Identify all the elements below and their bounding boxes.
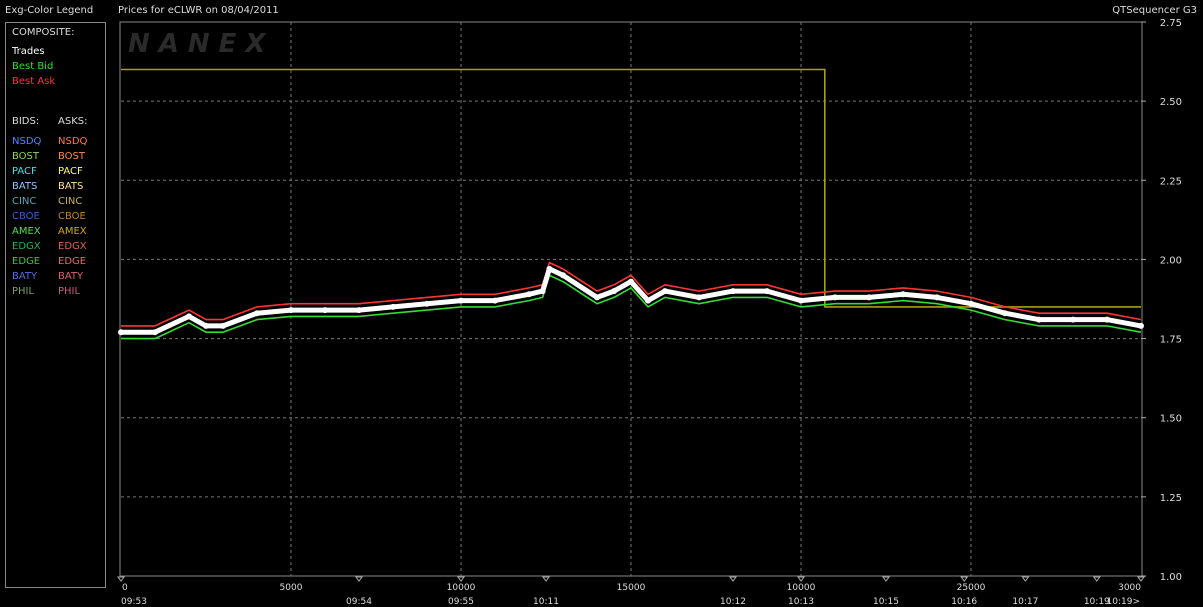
trade-point	[611, 288, 617, 295]
x-time-tick-label: 10:16	[951, 597, 977, 607]
trade-point	[186, 313, 192, 320]
trade-point	[288, 307, 294, 314]
trade-point	[1070, 316, 1076, 323]
x-seq-tick-label: 3000	[1118, 583, 1141, 593]
x-time-tick-label: 09:54	[346, 597, 372, 607]
trade-point	[866, 294, 872, 301]
trade-point	[492, 297, 498, 304]
x-time-tick-label: 10:13	[788, 597, 814, 607]
x-axis: 0 5000 10000 15000 10000 25000 3000 09:53 09:54 0…	[117, 576, 1145, 607]
trade-point	[798, 297, 804, 304]
y-axis: 1.00 1.25 1.50 1.75 2.00 2.25 2.50 2.75	[1141, 18, 1182, 583]
trade-point	[934, 294, 940, 301]
x-time-tick-label: 10:15	[873, 597, 899, 607]
nanex-watermark: NANEX	[128, 29, 274, 59]
x-time-tick-mark	[1137, 576, 1145, 582]
trade-point	[1138, 322, 1144, 329]
trade-point	[118, 329, 124, 336]
trade-point	[662, 288, 668, 295]
trade-point	[390, 303, 396, 310]
grid-lines	[121, 22, 1141, 576]
trade-point	[458, 297, 464, 304]
trade-point	[900, 291, 906, 298]
trade-point	[1104, 316, 1110, 323]
trade-point	[424, 300, 430, 307]
y-tick-label: 1.25	[1160, 493, 1182, 504]
trade-point	[645, 297, 651, 304]
trade-point	[203, 322, 209, 329]
x-time-tick-mark	[542, 576, 550, 582]
x-seq-tick-label: 10000	[447, 583, 476, 593]
price-chart: NANEX 1.00 1.25 1.50 1.75 2.00 2.25 2.50 2.75 0…	[117, 18, 1182, 607]
x-time-tick-label: 10:17	[1012, 597, 1038, 607]
trade-point	[764, 288, 770, 295]
trade-point	[1002, 310, 1008, 317]
trade-point	[560, 272, 566, 279]
x-time-tick-label: 09:55	[448, 597, 474, 607]
series-line-3	[121, 68, 1141, 308]
trade-point	[696, 294, 702, 301]
trade-point	[539, 288, 546, 295]
x-time-tick-label: 10:12	[720, 597, 746, 607]
x-time-tick-mark	[457, 576, 465, 582]
trade-point	[356, 307, 362, 314]
y-tick-label: 2.50	[1160, 97, 1182, 108]
x-time-tick-mark	[729, 576, 737, 582]
trade-point	[220, 322, 226, 329]
x-time-tick-mark	[1092, 576, 1101, 582]
trade-point	[526, 291, 532, 298]
x-seq-tick-label: 25000	[957, 583, 986, 593]
trade-point	[968, 300, 974, 307]
x-time-tick-mark	[797, 576, 805, 582]
trade-point	[730, 288, 736, 295]
y-tick-label: 1.75	[1160, 335, 1182, 346]
x-seq-tick-label: 0	[122, 583, 128, 593]
x-time-tick-label: 09:53	[121, 597, 147, 607]
trade-point	[322, 307, 328, 314]
x-seq-tick-label: 15000	[617, 583, 646, 593]
y-tick-label: 1.00	[1160, 572, 1182, 583]
y-tick-label: 1.50	[1160, 414, 1182, 425]
x-seq-tick-label: 10000	[787, 583, 816, 593]
x-time-tick-mark	[882, 576, 890, 582]
trade-point	[594, 294, 600, 301]
x-seq-tick-label: 5000	[280, 583, 303, 593]
x-time-tick-mark	[355, 576, 363, 582]
x-time-tick-label: 10:11	[533, 597, 559, 607]
trade-point	[152, 329, 158, 336]
trade-point	[1036, 316, 1042, 323]
trade-point	[832, 294, 838, 301]
x-time-tick-mark	[1021, 576, 1030, 582]
trade-point	[628, 278, 634, 285]
trade-point	[546, 265, 553, 272]
x-time-tick-mark	[960, 576, 969, 582]
x-time-tick-mark	[117, 576, 125, 582]
y-tick-label: 2.75	[1160, 18, 1182, 29]
x-time-tick-label: 10:19>	[1107, 597, 1140, 607]
trade-point	[254, 310, 260, 317]
y-tick-label: 2.25	[1160, 176, 1182, 187]
y-tick-label: 2.00	[1160, 255, 1182, 266]
